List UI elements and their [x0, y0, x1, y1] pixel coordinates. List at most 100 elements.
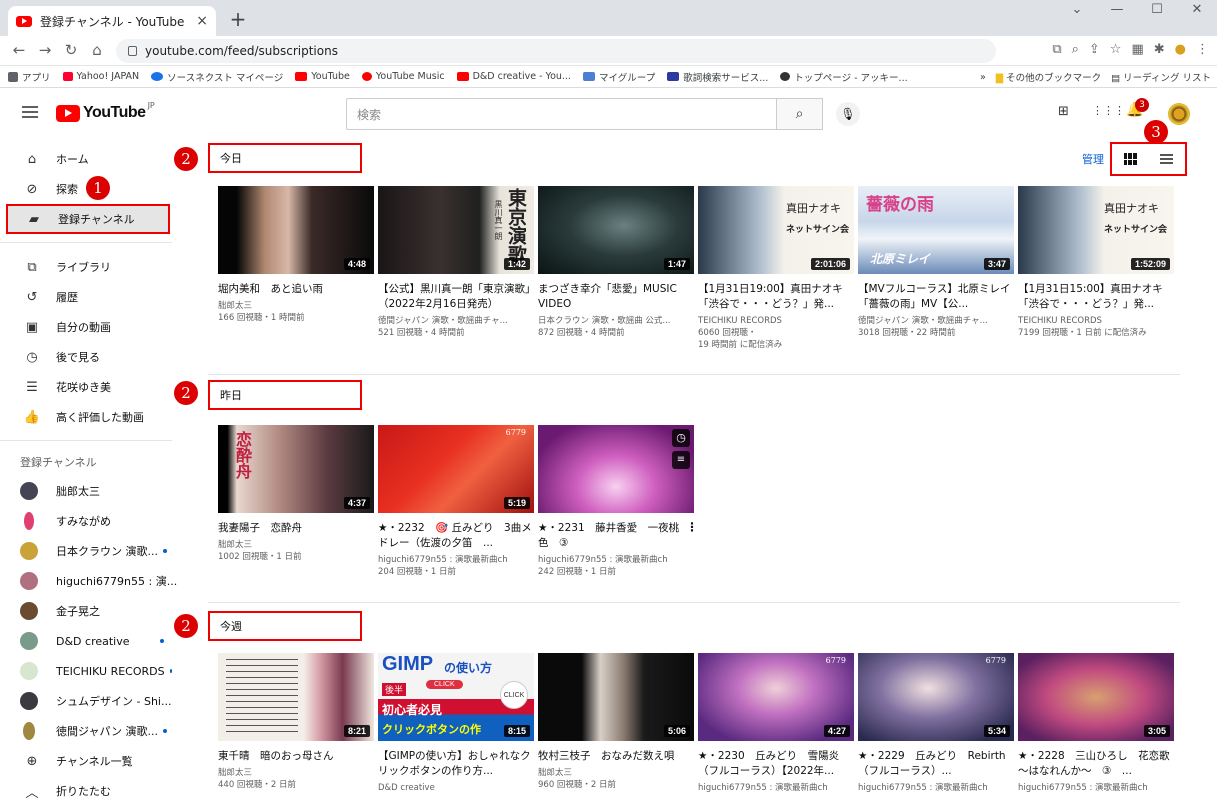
video-title[interactable]: 堀内美和 あと追い雨: [218, 282, 374, 297]
video-thumbnail[interactable]: 6779 4:27: [698, 653, 854, 741]
video-thumbnail[interactable]: 薔薇の雨 北原ミレイ 3:47: [858, 186, 1014, 274]
zoom-icon[interactable]: ⌕: [1072, 42, 1079, 57]
sidebar-item-library[interactable]: ⧉ ライブラリ: [0, 252, 172, 282]
channel-name[interactable]: 日本クラウン 演歌・歌謡曲 公式...: [538, 315, 694, 327]
search-input[interactable]: 検索: [346, 98, 777, 130]
video-thumbnail[interactable]: 恋酔舟 4:37: [218, 425, 374, 513]
sidebar-item-collapse[interactable]: ︿ 折りたたむ: [0, 776, 172, 802]
channel-name[interactable]: D&D creative: [378, 782, 534, 794]
create-video-icon[interactable]: ⊞: [1058, 104, 1069, 119]
hamburger-menu-icon[interactable]: [22, 106, 38, 118]
share-icon[interactable]: ⇪: [1089, 42, 1100, 57]
video-thumbnail[interactable]: 5:06: [538, 653, 694, 741]
grid-view-icon[interactable]: [1123, 153, 1137, 165]
manage-link[interactable]: 管理: [1082, 151, 1104, 167]
list-view-icon[interactable]: [1160, 154, 1174, 164]
sidebar-item-history[interactable]: ↺ 履歴: [0, 282, 172, 312]
channel-name[interactable]: higuchi6779n55 : 演歌最新曲ch: [698, 782, 854, 794]
video-title[interactable]: ★・2229 丘みどり Rebirth（フルコーラス）...: [858, 749, 1014, 779]
video-card[interactable]: 4:48 堀内美和 あと追い雨 朏郎太三 166 回視聴・1 時間前: [218, 186, 374, 324]
sidebar-item-playlist[interactable]: ☰ 花咲ゆき美: [0, 372, 172, 402]
search-button[interactable]: ⌕: [777, 98, 823, 130]
video-thumbnail[interactable]: 8:21: [218, 653, 374, 741]
sidebar-channel[interactable]: 朏郎太三: [0, 476, 172, 506]
minimize-icon[interactable]: —: [1097, 2, 1137, 17]
video-thumbnail[interactable]: 真田ナオキ ネットサイン会 2:01:06: [698, 186, 854, 274]
reading-list[interactable]: ▤ リーディング リスト: [1111, 70, 1211, 84]
video-title[interactable]: まつざき幸介「悲愛」MUSIC VIDEO: [538, 282, 694, 312]
channel-name[interactable]: higuchi6779n55 : 演歌最新曲ch: [538, 554, 694, 566]
video-title[interactable]: ★・2228 三山ひろし 花恋歌～はなれんか～ ③ ...: [1018, 749, 1174, 779]
sidebar-channel[interactable]: シュムデザイン - Shi...: [0, 686, 172, 716]
sidebar-channel[interactable]: すみながめ: [0, 506, 172, 536]
extension-icon[interactable]: ▦: [1131, 42, 1143, 57]
add-to-queue-icon[interactable]: ≡: [672, 451, 690, 469]
channel-name[interactable]: 朏郎太三: [218, 300, 374, 312]
channel-name[interactable]: higuchi6779n55 : 演歌最新曲ch: [378, 554, 534, 566]
video-thumbnail[interactable]: GIMP の使い方 後半 CLICK CLICK 初心者必見 クリックボタンの作…: [378, 653, 534, 741]
bookmark-mygroup[interactable]: マイグループ: [582, 70, 655, 84]
video-thumbnail[interactable]: 真田ナオキ ネットサイン会 1:52:09: [1018, 186, 1174, 274]
channel-name[interactable]: 朏郎太三: [218, 539, 374, 551]
video-card[interactable]: GIMP の使い方 後半 CLICK CLICK 初心者必見 クリックボタンの作…: [378, 653, 534, 794]
video-title[interactable]: 我妻陽子 恋酔舟: [218, 521, 374, 536]
channel-name[interactable]: higuchi6779n55 : 演歌最新曲ch: [858, 782, 1014, 794]
bookmark-youtube-music[interactable]: YouTube Music: [361, 71, 445, 82]
channel-name[interactable]: TEICHIKU RECORDS: [698, 315, 854, 327]
channel-name[interactable]: 朏郎太三: [218, 767, 374, 779]
video-thumbnail[interactable]: ◷ ≡: [538, 425, 694, 513]
sidebar-item-liked-videos[interactable]: 👍 高く評価した動画: [0, 402, 172, 432]
video-title[interactable]: 【1月31日15:00】真田ナオキ「渋谷で・・・どう？」発...: [1018, 282, 1174, 312]
video-title[interactable]: 牧村三枝子 おなみだ数え唄: [538, 749, 694, 764]
more-bookmarks-button[interactable]: »: [980, 72, 986, 83]
sidebar-item-subscriptions[interactable]: ▰ 登録チャンネル: [6, 204, 170, 234]
channel-name[interactable]: higuchi6779n55 : 演歌最新曲ch: [1018, 782, 1174, 794]
video-card[interactable]: 1:47 まつざき幸介「悲愛」MUSIC VIDEO 日本クラウン 演歌・歌謡曲…: [538, 186, 694, 339]
sidebar-channel[interactable]: 金子晃之: [0, 596, 172, 626]
video-thumbnail[interactable]: 6779 5:34: [858, 653, 1014, 741]
sidebar-item-home[interactable]: ⌂ ホーム: [0, 144, 172, 174]
sidebar-channel[interactable]: 日本クラウン 演歌...: [0, 536, 172, 566]
chevron-down-icon[interactable]: ⌄: [1057, 2, 1097, 17]
video-card[interactable]: 8:21 東千晴 暗のおっ母さん 朏郎太三 440 回視聴・2 日前: [218, 653, 374, 791]
address-bar[interactable]: youtube.com/feed/subscriptions: [116, 39, 996, 63]
watch-later-icon[interactable]: ◷: [672, 429, 690, 447]
voice-search-button[interactable]: 🎙: [836, 102, 860, 126]
video-card[interactable]: 6779 5:34 ★・2229 丘みどり Rebirth（フルコーラス）...…: [858, 653, 1014, 794]
install-icon[interactable]: ⧉: [1052, 42, 1061, 57]
video-title[interactable]: 【MVフルコーラス】北原ミレイ「薔薇の雨」MV【公...: [858, 282, 1014, 312]
home-icon[interactable]: ⌂: [86, 41, 108, 59]
bookmark-apps[interactable]: アプリ: [8, 70, 51, 84]
bookmark-yahoo[interactable]: Yahoo! JAPAN: [62, 71, 139, 82]
sidebar-channel[interactable]: higuchi6779n55 : 演...: [0, 566, 177, 596]
bookmark-dd-creative[interactable]: D&D creative - You...: [456, 71, 571, 82]
video-card[interactable]: 5:06 牧村三枝子 おなみだ数え唄 朏郎太三 960 回視聴・2 日前: [538, 653, 694, 791]
bookmark-top-page[interactable]: トップページ - アッキー...: [780, 70, 908, 84]
video-title[interactable]: ★・2230 丘みどり 雪陽炎（フルコーラス）【2022年...: [698, 749, 854, 779]
maximize-icon[interactable]: ☐: [1137, 2, 1177, 17]
video-card[interactable]: 真田ナオキ ネットサイン会 2:01:06 【1月31日19:00】真田ナオキ「…: [698, 186, 854, 351]
video-thumbnail[interactable]: 6779 5:19: [378, 425, 534, 513]
video-thumbnail[interactable]: 1:47: [538, 186, 694, 274]
video-thumbnail[interactable]: 3:05: [1018, 653, 1174, 741]
video-card[interactable]: 真田ナオキ ネットサイン会 1:52:09 【1月31日15:00】真田ナオキ「…: [1018, 186, 1174, 339]
back-icon[interactable]: ←: [8, 41, 30, 59]
video-thumbnail[interactable]: 4:48: [218, 186, 374, 274]
sidebar-channel[interactable]: 徳間ジャパン 演歌...: [0, 716, 172, 746]
sidebar-channel[interactable]: D&D creative: [0, 626, 172, 656]
channel-name[interactable]: 朏郎太三: [538, 767, 694, 779]
reload-icon[interactable]: ↻: [60, 41, 82, 59]
profile-icon[interactable]: ●: [1175, 42, 1186, 57]
other-bookmarks[interactable]: ▇ その他のブックマーク: [996, 70, 1101, 84]
sidebar-item-watch-later[interactable]: ◷ 後で見る: [0, 342, 172, 372]
sidebar-item-all-channels[interactable]: ⊕ チャンネル一覧: [0, 746, 172, 776]
video-title[interactable]: 【1月31日19:00】真田ナオキ「渋谷で・・・どう？」発...: [698, 282, 854, 312]
close-icon[interactable]: ✕: [1177, 2, 1217, 17]
puzzle-icon[interactable]: ✱: [1154, 42, 1165, 57]
video-card[interactable]: 3:05 ★・2228 三山ひろし 花恋歌～はなれんか～ ③ ... higuc…: [1018, 653, 1174, 794]
forward-icon[interactable]: →: [34, 41, 56, 59]
account-avatar[interactable]: [1168, 103, 1190, 125]
video-card[interactable]: 6779 4:27 ★・2230 丘みどり 雪陽炎（フルコーラス）【2022年.…: [698, 653, 854, 794]
channel-name[interactable]: TEICHIKU RECORDS: [1018, 315, 1174, 327]
bookmark-sourcenext[interactable]: ソースネクスト マイページ: [151, 70, 283, 84]
